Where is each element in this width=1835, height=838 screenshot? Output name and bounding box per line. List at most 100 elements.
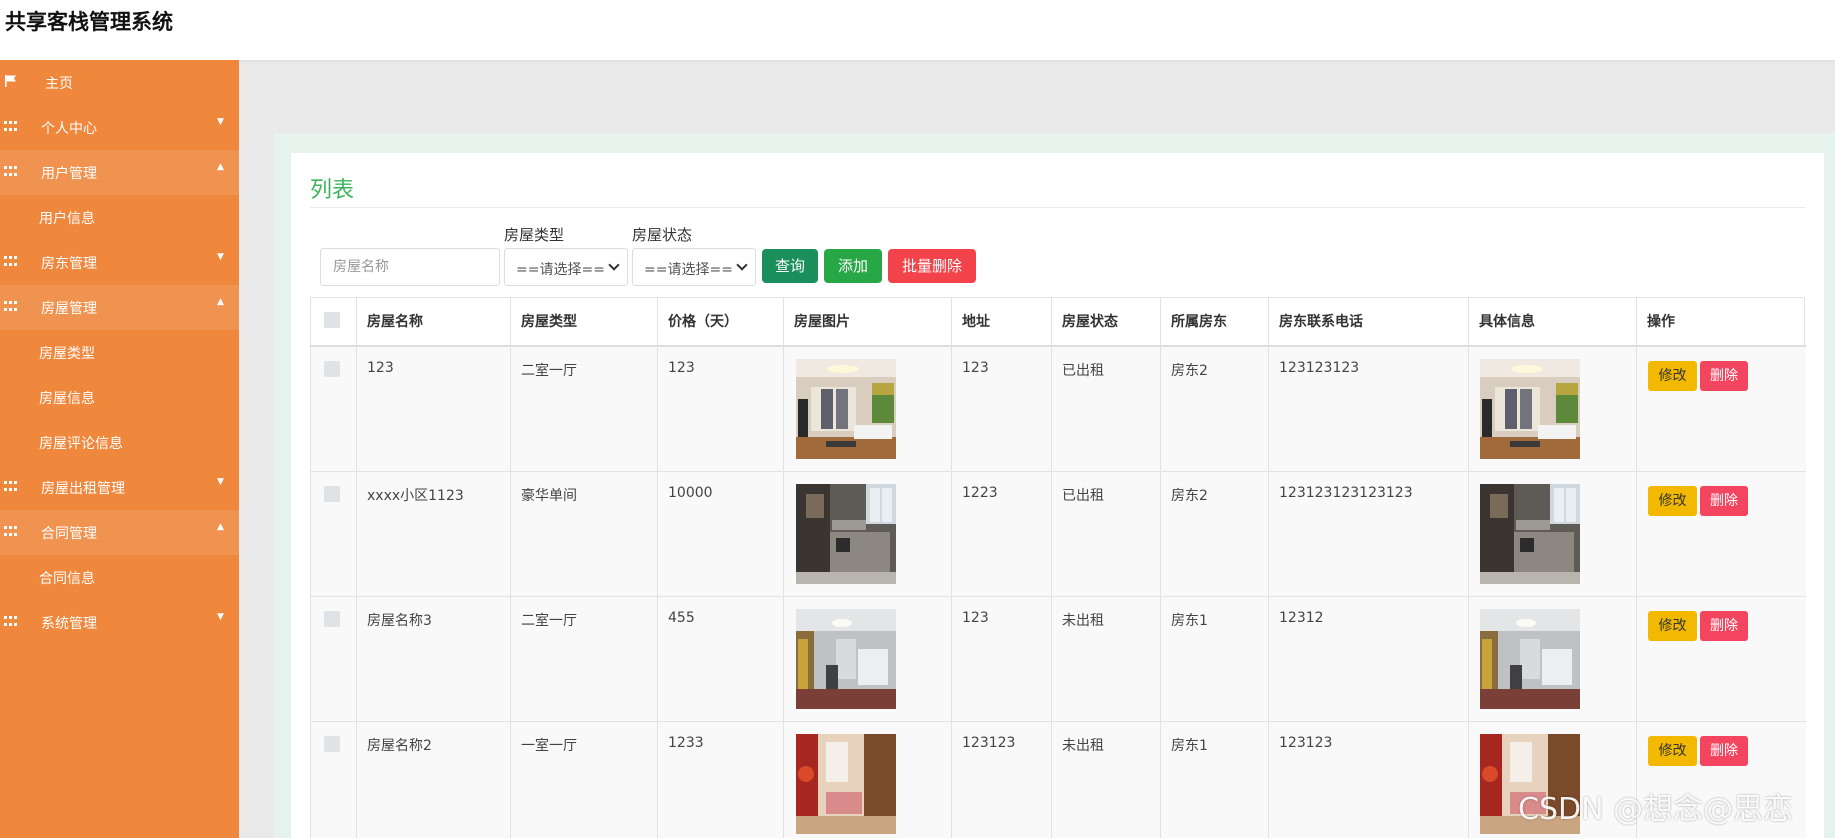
sidebar-item-label: 主页	[45, 76, 73, 92]
cell-house-status: 已出租	[1062, 363, 1104, 379]
cell-house-type: 一室一厅	[521, 738, 577, 754]
sidebar-subitem-house-type[interactable]: 房屋类型	[0, 330, 239, 375]
grid-icon	[4, 256, 17, 267]
sidebar-subitem-label: 房屋信息	[39, 391, 95, 407]
cell-house-type: 二室一厅	[521, 363, 577, 379]
delete-button[interactable]: 删除	[1700, 486, 1748, 516]
cell-landlord-phone: 123123123123123	[1279, 485, 1413, 501]
sidebar-item-label: 个人中心	[41, 121, 97, 137]
delete-button[interactable]: 删除	[1700, 361, 1748, 391]
sidebar-item-landlord-management[interactable]: 房东管理 ▼	[0, 240, 239, 285]
cell-house-type: 二室一厅	[521, 613, 577, 629]
sidebar-subitem-house-info[interactable]: 房屋信息	[0, 375, 239, 420]
grid-icon	[4, 616, 17, 627]
grid-icon	[4, 481, 17, 492]
chevron-down-icon: ▼	[217, 477, 224, 487]
cell-house-status: 未出租	[1062, 613, 1104, 629]
delete-button[interactable]: 删除	[1700, 611, 1748, 641]
house-name-search-input[interactable]	[320, 248, 500, 286]
cell-address: 123	[962, 610, 989, 626]
column-divider	[657, 298, 658, 838]
table-header: 房屋名称 房屋类型 价格（天） 房屋图片 地址 房屋状态 所属房东 房东联系电话…	[311, 298, 1806, 347]
delete-button[interactable]: 删除	[1700, 736, 1748, 766]
house-type-select-value: ==请选择==	[516, 262, 605, 278]
sidebar-item-label: 系统管理	[41, 616, 97, 632]
chevron-down-icon	[736, 259, 748, 271]
edit-button[interactable]: 修改	[1648, 611, 1697, 641]
house-image	[796, 359, 896, 459]
page-title: 列表	[310, 178, 355, 203]
house-status-select[interactable]: ==请选择==	[632, 248, 756, 286]
sidebar-subitem-contract-info[interactable]: 合同信息	[0, 555, 239, 600]
sidebar-subitem-label: 用户信息	[39, 211, 95, 227]
batch-delete-button[interactable]: 批量删除	[888, 249, 976, 283]
cell-house-name: 房屋名称3	[367, 613, 432, 629]
row-checkbox[interactable]	[324, 736, 340, 752]
house-type-select[interactable]: ==请选择==	[504, 248, 628, 286]
column-divider	[783, 298, 784, 838]
chevron-up-icon: ▲	[217, 162, 224, 172]
top-header: 共享客栈管理系统	[0, 0, 1835, 60]
edit-button[interactable]: 修改	[1648, 736, 1697, 766]
column-divider	[1051, 298, 1052, 838]
col-landlord-phone: 房东联系电话	[1279, 314, 1363, 330]
row-checkbox[interactable]	[324, 611, 340, 627]
sidebar-item-house-management[interactable]: 房屋管理 ▲	[0, 285, 239, 330]
col-house-name: 房屋名称	[367, 314, 423, 330]
sidebar-item-system-management[interactable]: 系统管理 ▼	[0, 600, 239, 645]
flag-icon	[5, 75, 16, 87]
sidebar-subitem-user-info[interactable]: 用户信息	[0, 195, 239, 240]
sidebar-item-label: 房屋管理	[41, 301, 97, 317]
sidebar-item-home[interactable]: 主页	[0, 60, 239, 105]
sidebar-item-user-management[interactable]: 用户管理 ▲	[0, 150, 239, 195]
sidebar-subitem-label: 合同信息	[39, 571, 95, 587]
sidebar-subitem-house-comments[interactable]: 房屋评论信息	[0, 420, 239, 465]
col-address: 地址	[962, 314, 990, 330]
details-image	[1480, 609, 1580, 709]
sidebar-item-label: 房东管理	[41, 256, 97, 272]
col-landlord: 所属房东	[1171, 314, 1227, 330]
query-button[interactable]: 查询	[762, 249, 818, 283]
chevron-down-icon	[608, 259, 620, 271]
cell-address: 123	[962, 360, 989, 376]
cell-price: 455	[668, 610, 695, 626]
watermark: CSDN @想念@思恋	[1518, 792, 1794, 827]
title-divider	[310, 207, 1805, 208]
cell-house-name: 房屋名称2	[367, 738, 432, 754]
edit-button[interactable]: 修改	[1648, 486, 1697, 516]
cell-house-status: 已出租	[1062, 488, 1104, 504]
row-checkbox[interactable]	[324, 361, 340, 377]
col-house-type: 房屋类型	[521, 314, 577, 330]
row-checkbox[interactable]	[324, 486, 340, 502]
details-image	[1480, 484, 1580, 584]
col-price: 价格（天）	[668, 314, 738, 330]
sidebar-item-contract-management[interactable]: 合同管理 ▲	[0, 510, 239, 555]
house-status-label: 房屋状态	[632, 226, 693, 244]
cell-house-type: 豪华单间	[521, 488, 577, 504]
select-all-checkbox[interactable]	[324, 312, 340, 328]
add-button[interactable]: 添加	[824, 249, 882, 283]
column-divider	[510, 298, 511, 838]
cell-address: 1223	[962, 485, 998, 501]
cell-house-status: 未出租	[1062, 738, 1104, 754]
sidebar-subitem-label: 房屋类型	[39, 346, 95, 362]
house-image	[796, 609, 896, 709]
cell-landlord-phone: 12312	[1279, 610, 1324, 626]
sidebar-item-personal-center[interactable]: 个人中心 ▼	[0, 105, 239, 150]
sidebar-item-rental-management[interactable]: 房屋出租管理 ▼	[0, 465, 239, 510]
house-image	[796, 484, 896, 584]
column-divider	[1468, 298, 1469, 838]
table-row: 房屋名称3 二室一厅 455 123 未出租 房东1 12312 修改 删除	[311, 597, 1806, 722]
house-status-select-value: ==请选择==	[644, 262, 733, 278]
column-divider	[1160, 298, 1161, 838]
edit-button[interactable]: 修改	[1648, 361, 1697, 391]
cell-landlord-phone: 123123	[1279, 735, 1333, 751]
cell-landlord: 房东2	[1171, 363, 1208, 379]
sidebar-item-label: 合同管理	[41, 526, 97, 542]
chevron-down-icon: ▼	[217, 252, 224, 262]
grid-icon	[4, 526, 17, 537]
column-divider	[1636, 298, 1637, 838]
cell-landlord: 房东1	[1171, 613, 1208, 629]
sidebar-item-label: 房屋出租管理	[41, 481, 125, 497]
cell-price: 10000	[668, 485, 713, 501]
